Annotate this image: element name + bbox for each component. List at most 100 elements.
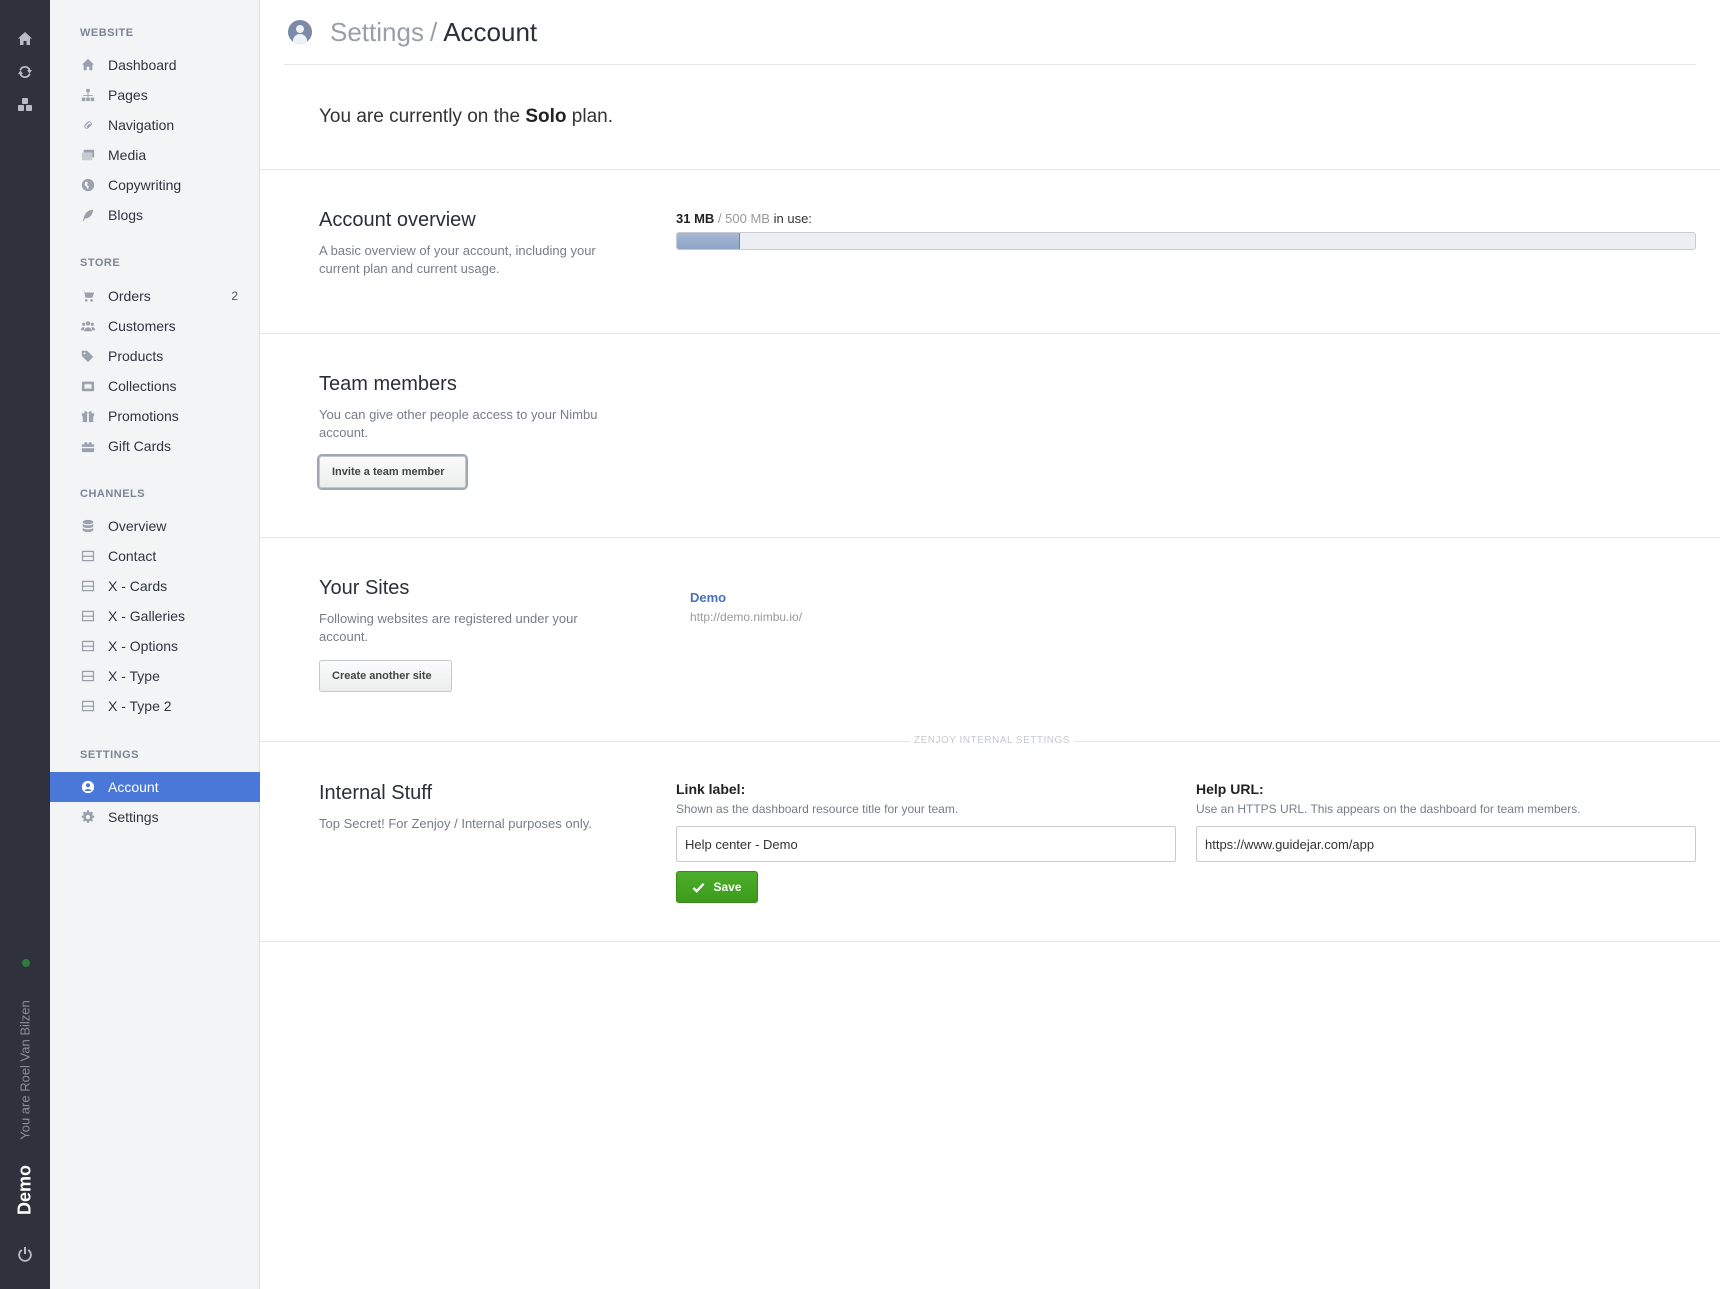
breadcrumb-settings[interactable]: Settings: [330, 17, 424, 48]
channel-icon: [80, 668, 96, 684]
sidebar-item-copywriting[interactable]: Copywriting: [50, 170, 260, 200]
team-members-title: Team members: [319, 373, 457, 395]
your-sites-description: Following websites are registered under …: [319, 611, 578, 644]
sidebar-item-navigation[interactable]: Navigation: [50, 110, 260, 140]
globe-icon: [80, 177, 96, 193]
help-url-help: Use an HTTPS URL. This appears on the da…: [1196, 802, 1581, 816]
nav-heading-store: STORE: [80, 257, 121, 269]
section-divider: [260, 169, 1720, 170]
channel-icon: [80, 698, 96, 714]
link-icon: [80, 117, 96, 133]
nav-heading-channels: CHANNELS: [80, 488, 146, 500]
app-rail: You are Roel Van Bilzen Demo: [0, 0, 50, 1289]
nav-heading-website: WEBSITE: [80, 27, 134, 39]
sidebar-item-label: X - Type: [108, 668, 160, 684]
sidebar: WEBSITE Dashboard Pages Navigation Media…: [50, 0, 260, 1289]
plan-name: Solo: [525, 106, 567, 127]
sidebar-item-orders[interactable]: Orders 2: [50, 281, 260, 311]
sidebar-item-media[interactable]: Media: [50, 140, 260, 170]
current-plan-text: You are currently on the Solo plan.: [319, 106, 613, 127]
site-link-demo[interactable]: Demo: [690, 590, 726, 605]
cart-icon: [80, 288, 96, 304]
site-url-demo: http://demo.nimbu.io/: [690, 610, 803, 624]
power-icon[interactable]: [0, 1243, 50, 1265]
sidebar-item-customers[interactable]: Customers: [50, 311, 260, 341]
help-url-label: Help URL:: [1196, 781, 1264, 797]
tags-icon: [80, 348, 96, 364]
collection-icon: [80, 378, 96, 394]
site-name-label[interactable]: Demo: [15, 1165, 36, 1215]
sidebar-item-contact[interactable]: Contact: [50, 541, 260, 571]
gear-icon: [80, 809, 96, 825]
sidebar-item-collections[interactable]: Collections: [50, 371, 260, 401]
user-circle-icon: [80, 779, 96, 795]
sidebar-item-blogs[interactable]: Blogs: [50, 200, 260, 230]
sidebar-item-pages[interactable]: Pages: [50, 80, 260, 110]
sidebar-item-label: X - Options: [108, 638, 179, 654]
account-overview-description: A basic overview of your account, includ…: [319, 243, 596, 276]
home-icon[interactable]: [0, 28, 50, 50]
internal-settings-label: ZENJOY INTERNAL SETTINGS: [910, 735, 1074, 746]
sidebar-item-label: Customers: [108, 318, 176, 334]
sidebar-item-label: Pages: [108, 87, 148, 103]
user-avatar-icon: [288, 20, 312, 44]
sidebar-item-account[interactable]: Account: [50, 772, 260, 802]
section-divider: [260, 537, 1720, 538]
save-button[interactable]: Save: [676, 871, 758, 903]
internal-stuff-title: Internal Stuff: [319, 782, 433, 804]
sidebar-item-label: Account: [108, 779, 159, 795]
your-sites-title: Your Sites: [319, 577, 410, 599]
page-title: Account: [443, 16, 538, 47]
account-overview-title: Account overview: [319, 209, 476, 231]
sidebar-item-x-cards[interactable]: X - Cards: [50, 571, 260, 601]
sitemap-icon: [80, 87, 96, 103]
sidebar-item-label: Promotions: [108, 408, 179, 424]
link-label-input[interactable]: [676, 826, 1176, 862]
database-icon: [80, 518, 96, 534]
sidebar-item-label: Gift Cards: [108, 438, 172, 454]
invite-team-member-button[interactable]: Invite a team member: [319, 456, 466, 488]
team-members-description: You can give other people access to your…: [319, 407, 598, 440]
sidebar-item-label: Products: [108, 348, 164, 364]
sidebar-item-x-type[interactable]: X - Type: [50, 661, 260, 691]
section-divider: [260, 941, 1720, 942]
feather-icon: [80, 207, 96, 223]
sidebar-item-label: X - Galleries: [108, 608, 186, 624]
link-label-label: Link label:: [676, 781, 746, 797]
home-icon: [80, 57, 96, 73]
sidebar-item-gift-cards[interactable]: Gift Cards: [50, 431, 260, 461]
sidebar-item-promotions[interactable]: Promotions: [50, 401, 260, 431]
sidebar-item-label: Orders: [108, 288, 151, 304]
sidebar-item-label: Overview: [108, 518, 167, 534]
sidebar-item-x-type-2[interactable]: X - Type 2: [50, 691, 260, 721]
sidebar-item-label: Contact: [108, 548, 157, 564]
section-divider: [260, 333, 1720, 334]
sidebar-item-label: Dashboard: [108, 57, 177, 73]
sidebar-item-x-options[interactable]: X - Options: [50, 631, 260, 661]
channel-icon: [80, 638, 96, 654]
page-header: Settings / Account: [284, 0, 1696, 65]
help-url-input[interactable]: [1196, 826, 1696, 862]
storage-usage-label: 31 MB / 500 MB in use:: [676, 211, 812, 226]
giftcard-icon: [80, 438, 96, 454]
sidebar-item-overview[interactable]: Overview: [50, 511, 260, 541]
breadcrumb-separator: /: [429, 16, 438, 47]
internal-stuff-description: Top Secret! For Zenjoy / Internal purpos…: [319, 816, 592, 831]
channel-icon: [80, 548, 96, 564]
main-content: Settings / Account You are currently on …: [260, 0, 1720, 1289]
sidebar-item-label: Settings: [108, 809, 159, 825]
sidebar-item-dashboard[interactable]: Dashboard: [50, 50, 260, 80]
nav-heading-settings: SETTINGS: [80, 749, 140, 761]
cubes-icon[interactable]: [0, 94, 50, 116]
sidebar-item-products[interactable]: Products: [50, 341, 260, 371]
channel-icon: [80, 608, 96, 624]
sidebar-item-label: Collections: [108, 378, 177, 394]
sidebar-item-label: Media: [108, 147, 147, 163]
sidebar-item-x-galleries[interactable]: X - Galleries: [50, 601, 260, 631]
sidebar-item-settings[interactable]: Settings: [50, 802, 260, 832]
sidebar-item-label: Copywriting: [108, 177, 182, 193]
refresh-icon[interactable]: [0, 61, 50, 83]
create-site-button[interactable]: Create another site: [319, 660, 452, 692]
online-status-dot: [22, 959, 30, 967]
sidebar-item-label: X - Cards: [108, 578, 168, 594]
